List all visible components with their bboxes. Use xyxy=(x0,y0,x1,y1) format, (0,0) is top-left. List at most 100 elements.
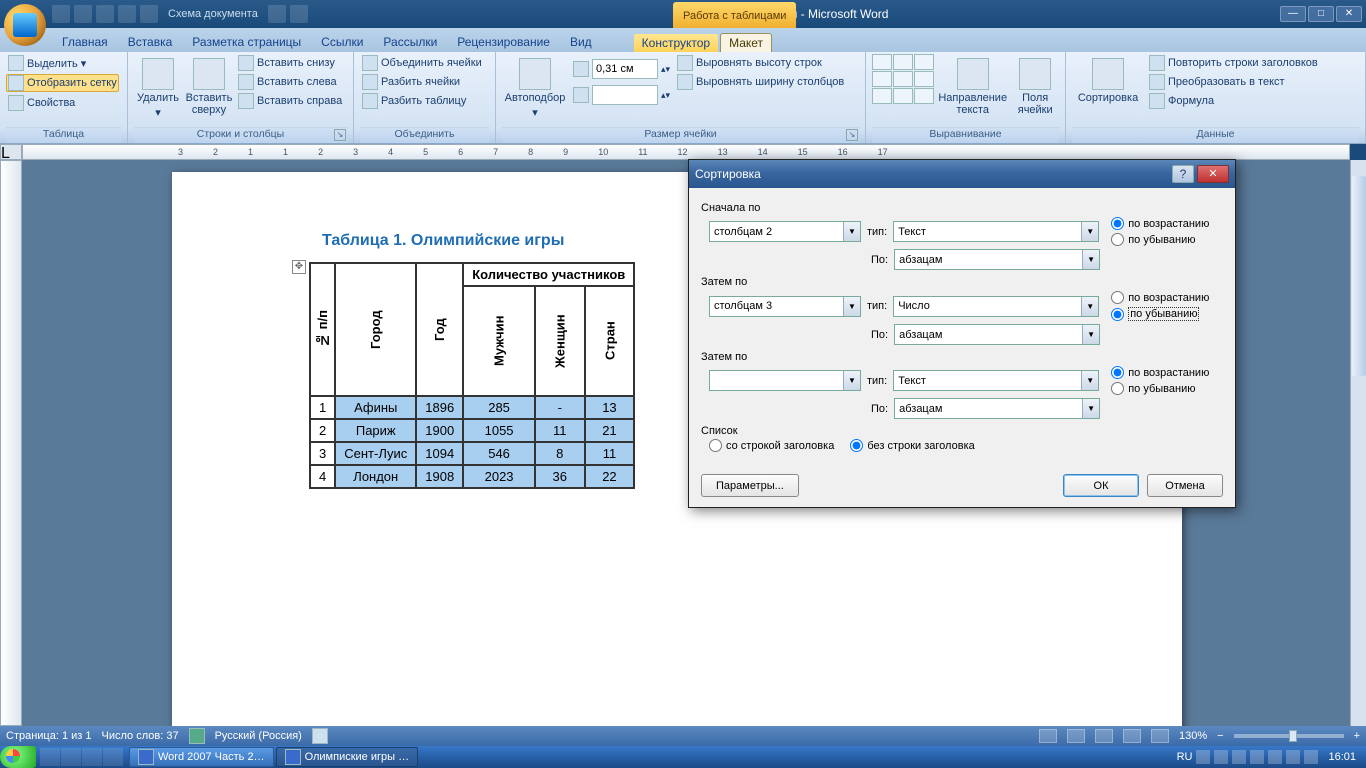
qat-save-icon[interactable] xyxy=(52,5,70,23)
cell-margins-button[interactable]: Поля ячейки xyxy=(1011,54,1059,116)
taskbar-item-word1[interactable]: Word 2007 Часть 2… xyxy=(129,747,274,767)
olympic-table[interactable]: № п/п Город Год Количество участников Му… xyxy=(309,262,635,489)
convert-to-text-button[interactable]: Преобразовать в текст xyxy=(1147,73,1320,91)
autofit-button[interactable]: Автоподбор▾ xyxy=(502,54,568,119)
tray-icon[interactable] xyxy=(1250,750,1264,764)
zoom-thumb[interactable] xyxy=(1289,730,1297,742)
th-men[interactable]: Мужчин xyxy=(463,286,535,396)
dialog-launcher-icon[interactable]: ↘ xyxy=(846,129,858,141)
tab-insert[interactable]: Вставка xyxy=(118,32,183,52)
vertical-ruler[interactable] xyxy=(0,160,22,726)
tab-view[interactable]: Вид xyxy=(560,32,602,52)
sort-then2-by-combo[interactable]: абзацам▼ xyxy=(894,398,1100,419)
th-city[interactable]: Город xyxy=(335,263,416,396)
ql-icon[interactable] xyxy=(82,748,102,766)
th-countries[interactable]: Стран xyxy=(585,286,635,396)
view-print-layout-icon[interactable] xyxy=(1039,729,1057,743)
tab-design[interactable]: Конструктор xyxy=(634,34,718,52)
tab-home[interactable]: Главная xyxy=(52,32,118,52)
distribute-rows-button[interactable]: Выровнять высоту строк xyxy=(675,54,846,72)
properties-button[interactable]: Свойства xyxy=(6,94,119,112)
tray-icon[interactable] xyxy=(1232,750,1246,764)
th-year[interactable]: Год xyxy=(416,263,463,396)
sort-first-column-combo[interactable]: столбцам 2▼ xyxy=(709,221,861,242)
without-header-radio[interactable]: без строки заголовка xyxy=(850,439,974,452)
sort-then1-by-combo[interactable]: абзацам▼ xyxy=(894,324,1100,345)
zoom-in-button[interactable]: + xyxy=(1354,730,1360,742)
insert-above-button[interactable]: Вставить сверху xyxy=(185,54,233,116)
tab-references[interactable]: Ссылки xyxy=(311,32,373,52)
status-page[interactable]: Страница: 1 из 1 xyxy=(6,730,92,742)
maximize-button[interactable]: □ xyxy=(1308,6,1334,22)
alignment-grid[interactable] xyxy=(872,54,934,104)
col-width-field[interactable]: ▴▾ xyxy=(571,84,672,106)
th-women[interactable]: Женщин xyxy=(535,286,585,396)
insert-left-button[interactable]: Вставить слева xyxy=(236,73,344,91)
delete-button[interactable]: Удалить▾ xyxy=(134,54,182,119)
spellcheck-icon[interactable] xyxy=(189,728,205,744)
status-language[interactable]: Русский (Россия) xyxy=(215,730,302,742)
sort-then1-asc-radio[interactable]: по возрастанию xyxy=(1111,291,1209,304)
tray-clock[interactable]: 16:01 xyxy=(1322,751,1362,763)
th-participants[interactable]: Количество участников xyxy=(463,263,634,286)
tray-language[interactable]: RU xyxy=(1177,751,1193,763)
vertical-scrollbar[interactable] xyxy=(1350,160,1366,726)
repeat-headers-button[interactable]: Повторить строки заголовков xyxy=(1147,54,1320,72)
tray-icon[interactable] xyxy=(1268,750,1282,764)
distribute-cols-button[interactable]: Выровнять ширину столбцов xyxy=(675,73,846,91)
split-cells-button[interactable]: Разбить ячейки xyxy=(360,73,484,91)
sort-then2-column-combo[interactable]: ▼ xyxy=(709,370,861,391)
row-height-input[interactable] xyxy=(592,59,658,79)
cancel-button[interactable]: Отмена xyxy=(1147,474,1223,497)
insert-right-button[interactable]: Вставить справа xyxy=(236,92,344,110)
split-table-button[interactable]: Разбить таблицу xyxy=(360,92,484,110)
ok-button[interactable]: ОК xyxy=(1063,474,1139,497)
ruler-corner[interactable]: L xyxy=(0,144,22,160)
qat-docmap-label[interactable]: Схема документа xyxy=(168,8,258,20)
table-move-handle[interactable]: ✥ xyxy=(292,260,306,274)
tray-icon[interactable] xyxy=(1196,750,1210,764)
qat-print-icon[interactable] xyxy=(268,5,286,23)
tab-review[interactable]: Рецензирование xyxy=(447,32,560,52)
sort-then2-type-combo[interactable]: Текст▼ xyxy=(893,370,1099,391)
office-button[interactable] xyxy=(4,4,46,46)
sort-first-by-combo[interactable]: абзацам▼ xyxy=(894,249,1100,270)
scrollbar-thumb[interactable] xyxy=(1352,176,1366,376)
ql-icon[interactable] xyxy=(40,748,60,766)
th-num[interactable]: № п/п xyxy=(310,263,335,396)
sort-first-type-combo[interactable]: Текст▼ xyxy=(893,221,1099,242)
with-header-radio[interactable]: со строкой заголовка xyxy=(709,439,834,452)
taskbar-item-word2[interactable]: Олимпиские игры … xyxy=(276,747,419,767)
select-button[interactable]: Выделить ▾ xyxy=(6,54,119,72)
zoom-out-button[interactable]: − xyxy=(1217,730,1223,742)
tab-mailings[interactable]: Рассылки xyxy=(373,32,447,52)
params-button[interactable]: Параметры... xyxy=(701,474,799,497)
tab-table-layout[interactable]: Макет xyxy=(720,33,772,52)
text-direction-button[interactable]: Направление текста xyxy=(937,54,1008,116)
row-height-field[interactable]: ▴▾ xyxy=(571,58,672,80)
dialog-titlebar[interactable]: Сортировка ? ✕ xyxy=(689,160,1235,188)
sort-then1-column-combo[interactable]: столбцам 3▼ xyxy=(709,296,861,317)
sort-then2-desc-radio[interactable]: по убыванию xyxy=(1111,382,1209,395)
tray-icon[interactable] xyxy=(1304,750,1318,764)
view-draft-icon[interactable] xyxy=(1151,729,1169,743)
col-width-input[interactable] xyxy=(592,85,658,105)
status-words[interactable]: Число слов: 37 xyxy=(102,730,179,742)
dialog-help-button[interactable]: ? xyxy=(1172,165,1194,183)
merge-cells-button[interactable]: Объединить ячейки xyxy=(360,54,484,72)
view-web-icon[interactable] xyxy=(1095,729,1113,743)
tab-page-layout[interactable]: Разметка страницы xyxy=(182,32,311,52)
tray-icon[interactable] xyxy=(1286,750,1300,764)
sort-first-desc-radio[interactable]: по убыванию xyxy=(1111,233,1209,246)
sort-then1-type-combo[interactable]: Число▼ xyxy=(893,296,1099,317)
sort-button[interactable]: Сортировка xyxy=(1072,54,1144,104)
zoom-slider[interactable] xyxy=(1234,734,1344,738)
sort-then2-asc-radio[interactable]: по возрастанию xyxy=(1111,366,1209,379)
minimize-button[interactable]: — xyxy=(1280,6,1306,22)
qat-undo-icon[interactable] xyxy=(74,5,92,23)
insert-below-button[interactable]: Вставить снизу xyxy=(236,54,344,72)
dialog-launcher-icon[interactable]: ↘ xyxy=(334,129,346,141)
close-button[interactable]: ✕ xyxy=(1336,6,1362,22)
sort-first-asc-radio[interactable]: по возрастанию xyxy=(1111,217,1209,230)
horizontal-ruler[interactable]: 321 1234567891011121314151617 xyxy=(22,144,1350,160)
